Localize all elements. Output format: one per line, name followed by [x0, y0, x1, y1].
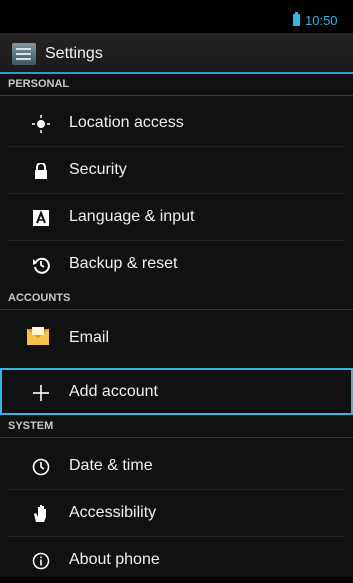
page-title: Settings [45, 45, 103, 62]
section-label: SYSTEM [8, 420, 54, 432]
section-label: ACCOUNTS [8, 292, 71, 304]
hand-icon [31, 504, 51, 524]
settings-list: PERSONAL Location access Security Langua… [0, 74, 353, 577]
lock-icon [31, 161, 51, 181]
settings-item-label: Location access [69, 114, 184, 131]
settings-item-label: Email [69, 329, 110, 346]
settings-item-label: Backup & reset [69, 255, 178, 272]
keyboard-icon [31, 208, 51, 228]
status-time: 10:50 [305, 13, 338, 28]
settings-item-accessibility[interactable]: Accessibility [0, 489, 353, 536]
settings-item-security[interactable]: Security [0, 146, 353, 193]
settings-item-label: Accessibility [69, 504, 157, 521]
section-header-system: SYSTEM [0, 416, 353, 438]
info-icon [31, 551, 51, 571]
battery-icon [293, 12, 300, 26]
settings-item-label: Date & time [69, 457, 153, 474]
settings-item-label: Security [69, 161, 127, 178]
settings-app-icon[interactable] [12, 43, 36, 65]
settings-item-email[interactable]: Email [0, 314, 353, 361]
section-label: PERSONAL [8, 78, 70, 90]
section-header-accounts: ACCOUNTS [0, 288, 353, 310]
settings-item-add-account[interactable]: Add account [0, 368, 353, 415]
clock-icon [31, 457, 51, 477]
plus-icon [31, 383, 51, 403]
settings-item-backup-reset[interactable]: Backup & reset [0, 240, 353, 287]
settings-item-label: Language & input [69, 208, 195, 225]
settings-item-about-phone[interactable]: About phone [0, 536, 353, 583]
action-bar: Settings [0, 33, 353, 74]
status-bar: 10:50 [0, 0, 353, 33]
settings-item-label: Add account [69, 383, 158, 400]
settings-item-location-access[interactable]: Location access [0, 99, 353, 146]
settings-item-language-input[interactable]: Language & input [0, 193, 353, 240]
email-icon [27, 327, 49, 345]
section-header-personal: PERSONAL [0, 74, 353, 96]
settings-item-date-time[interactable]: Date & time [0, 442, 353, 489]
settings-item-label: About phone [69, 551, 160, 568]
location-icon [31, 114, 51, 134]
backup-icon [31, 255, 51, 275]
